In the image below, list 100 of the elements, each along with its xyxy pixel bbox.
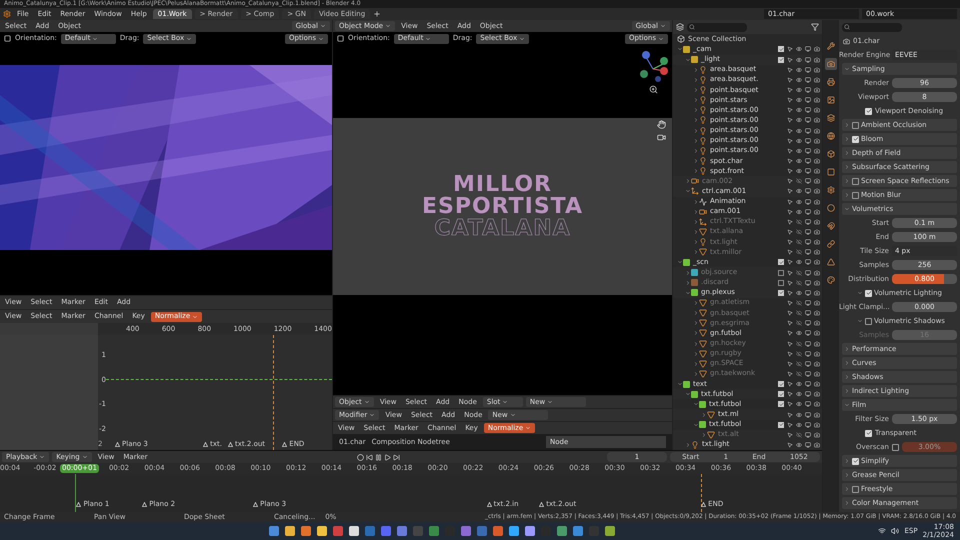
disclosure-icon[interactable] — [693, 208, 699, 215]
disclosure-icon[interactable] — [693, 360, 699, 367]
monitor-icon[interactable] — [805, 310, 811, 316]
monitor-icon[interactable] — [805, 280, 811, 286]
monitor-icon[interactable] — [805, 168, 811, 174]
monitor-icon[interactable] — [805, 442, 811, 448]
app-icon[interactable] — [605, 526, 616, 536]
disclosure-icon[interactable] — [693, 97, 699, 104]
camera-icon[interactable] — [814, 178, 820, 184]
camera-icon[interactable] — [814, 259, 820, 266]
camera-icon[interactable] — [814, 107, 820, 114]
link-icon[interactable] — [825, 238, 837, 250]
monitor-icon[interactable] — [805, 330, 811, 336]
eye-icon[interactable] — [796, 76, 802, 83]
disclosure-icon[interactable] — [693, 330, 699, 336]
select-mode-icon[interactable] — [4, 35, 11, 42]
circle-icon[interactable] — [825, 202, 837, 214]
disclosure-icon[interactable] — [685, 442, 691, 448]
checkbox[interactable] — [852, 122, 859, 128]
disclosure-icon[interactable] — [685, 280, 691, 286]
disclosure-icon[interactable] — [693, 218, 699, 225]
disclosure-icon[interactable] — [693, 117, 699, 124]
monitor-icon[interactable] — [805, 76, 811, 83]
marker-icon[interactable] — [539, 502, 544, 507]
checkbox[interactable] — [778, 46, 784, 52]
monitor-icon[interactable] — [805, 178, 811, 184]
disclosure-icon[interactable] — [693, 158, 699, 164]
eye-icon[interactable] — [796, 401, 802, 408]
camera-icon[interactable] — [814, 340, 820, 347]
monitor-icon[interactable] — [805, 46, 811, 52]
disclosure-icon[interactable] — [685, 188, 691, 194]
disclosure-icon[interactable] — [701, 432, 707, 438]
camera-icon[interactable] — [814, 270, 820, 276]
camera-icon[interactable] — [814, 391, 820, 398]
checkbox[interactable] — [852, 178, 859, 184]
disclosure-icon[interactable] — [693, 148, 699, 154]
camera-icon[interactable] — [825, 58, 837, 70]
eye-icon[interactable] — [796, 391, 802, 398]
eye-slash-icon[interactable] — [796, 178, 802, 184]
jump-end-icon[interactable] — [393, 454, 400, 460]
disclosure-icon[interactable] — [693, 66, 699, 73]
eye-slash-icon[interactable] — [796, 310, 802, 316]
monitor-icon[interactable] — [805, 381, 811, 388]
eye-icon[interactable] — [796, 198, 802, 205]
eye-slash-icon[interactable] — [796, 340, 802, 347]
app-icon[interactable] — [525, 526, 536, 536]
eye-icon[interactable] — [796, 188, 802, 194]
checkbox[interactable] — [865, 108, 872, 114]
disclosure-icon[interactable] — [693, 128, 699, 134]
checkbox[interactable] — [852, 486, 859, 492]
eye-slash-icon[interactable] — [796, 300, 802, 306]
eye-icon[interactable] — [796, 290, 802, 296]
monitor-icon[interactable] — [805, 370, 811, 377]
globe-icon[interactable] — [825, 130, 837, 142]
monitor-icon[interactable] — [805, 128, 811, 134]
disclosure-icon[interactable] — [693, 310, 699, 316]
monitor-icon[interactable] — [805, 66, 811, 73]
monitor-icon[interactable] — [805, 300, 811, 306]
camera-icon[interactable] — [814, 422, 820, 428]
monitor-icon[interactable] — [805, 320, 811, 326]
disclosure-icon[interactable] — [693, 138, 699, 144]
checkbox[interactable] — [778, 280, 784, 286]
camera-icon[interactable] — [814, 66, 820, 73]
eye-slash-icon[interactable] — [796, 370, 802, 377]
checkbox[interactable] — [865, 318, 872, 324]
camera-icon[interactable] — [814, 412, 820, 418]
monitor-icon[interactable] — [805, 350, 811, 357]
wifi-icon[interactable] — [878, 527, 886, 535]
camera-icon[interactable] — [814, 228, 820, 235]
disclosure-icon[interactable] — [693, 300, 699, 306]
search-field[interactable] — [687, 22, 747, 32]
app-icon[interactable] — [317, 526, 328, 536]
app-icon[interactable] — [301, 526, 312, 536]
checkbox[interactable] — [778, 401, 784, 408]
checkbox[interactable] — [852, 192, 859, 198]
monitor-icon[interactable] — [805, 239, 811, 246]
camera-icon[interactable] — [814, 138, 820, 144]
eye-icon[interactable] — [796, 66, 802, 73]
marker-icon[interactable] — [228, 442, 234, 447]
marker-icon[interactable] — [701, 502, 706, 507]
layers-icon[interactable] — [825, 112, 837, 124]
monitor-icon[interactable] — [805, 107, 811, 114]
camera-icon[interactable] — [814, 330, 820, 336]
jump-start-icon[interactable] — [366, 454, 374, 460]
disclosure-icon[interactable] — [685, 391, 691, 398]
disclosure-icon[interactable] — [693, 239, 699, 246]
select-mode-icon[interactable] — [337, 35, 344, 42]
camera-icon[interactable] — [814, 320, 820, 326]
monitor-icon[interactable] — [805, 401, 811, 408]
checkbox[interactable] — [778, 290, 784, 296]
palette-icon[interactable] — [825, 274, 837, 286]
checkbox[interactable] — [778, 381, 784, 388]
eye-icon[interactable] — [796, 381, 802, 388]
eye-icon[interactable] — [796, 148, 802, 154]
monitor-icon[interactable] — [805, 208, 811, 215]
checkbox[interactable] — [778, 56, 784, 63]
camera-icon[interactable] — [814, 117, 820, 124]
eye-icon[interactable] — [796, 158, 802, 164]
hand-icon[interactable] — [657, 120, 666, 129]
play-icon[interactable] — [384, 454, 392, 460]
